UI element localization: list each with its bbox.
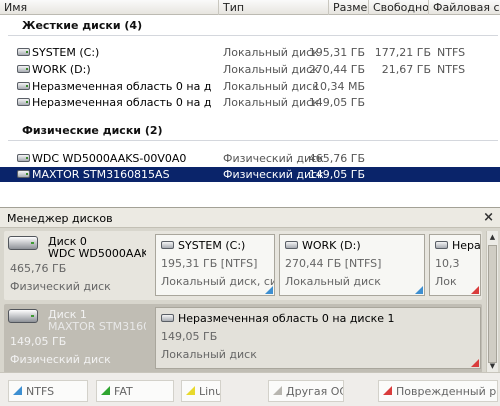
disk-row-1-selected[interactable]: Диск 1 MAXTOR STM3160815 149,05 ГБ Физич… — [4, 304, 482, 373]
list-row-system-c[interactable]: SYSTEM (C:) Локальный диск 195,31 ГБ 177… — [0, 45, 500, 60]
group-header-hard-disks: Жесткие диски (4) — [22, 19, 143, 32]
drive-icon — [17, 65, 30, 73]
drive-icon — [17, 48, 30, 56]
legend-label: Другая ОС — [286, 385, 344, 398]
row-name: SYSTEM (C:) — [32, 46, 100, 59]
row-fs: NTFS — [437, 63, 466, 76]
hdd-icon — [8, 236, 38, 250]
list-row-maxtor-selected[interactable]: MAXTOR STM3160815AS Физический диск 149,… — [0, 167, 500, 182]
legend-linux: Linux — [181, 380, 221, 402]
row-size: 10,34 МБ — [312, 80, 365, 93]
row-name: Неразмеченная область 0 на диске 1 — [32, 96, 212, 109]
partition-type: Локальный диск, систе — [161, 275, 274, 288]
legend-fat: FAT — [96, 380, 174, 402]
hdd-icon — [8, 309, 38, 323]
disk-size: 465,76 ГБ — [10, 262, 67, 275]
row-size: 149,05 ГБ — [308, 96, 365, 109]
ntfs-marker-icon — [265, 286, 273, 294]
disk-row-0[interactable]: Диск 0 WDC WD5000AAKS-0 465,76 ГБ Физиче… — [4, 231, 482, 300]
drive-icon — [161, 241, 174, 249]
disk-size: 149,05 ГБ — [10, 335, 67, 348]
row-fs: NTFS — [437, 46, 466, 59]
row-free: 21,67 ГБ — [381, 63, 431, 76]
partition-name: WORK (D:) — [302, 239, 361, 252]
row-size: 195,31 ГБ — [308, 46, 365, 59]
partition-size: 10,3 — [435, 257, 460, 270]
row-name: WDC WD5000AAKS-00V0A0 — [32, 152, 187, 165]
other-os-color-icon — [273, 386, 282, 395]
partition-name: Нера — [452, 239, 481, 252]
partition-name: SYSTEM (C:) — [178, 239, 246, 252]
scroll-up-icon[interactable]: ▲ — [487, 232, 498, 243]
group-divider — [8, 140, 498, 141]
row-size: 270,44 ГБ — [308, 63, 365, 76]
panel-title-bar: Менеджер дисков × — [0, 208, 500, 228]
partition-size: 195,31 ГБ [NTFS] — [161, 257, 258, 270]
list-row-wdc[interactable]: WDC WD5000AAKS-00V0A0 Физический диск 46… — [0, 151, 500, 166]
column-type[interactable]: Тип — [219, 0, 329, 15]
drive-icon — [17, 98, 30, 106]
partition-name: Неразмеченная область 0 на диске 1 — [178, 312, 395, 325]
row-free: 177,21 ГБ — [374, 46, 431, 59]
filesystem-legend: NTFS FAT Linux Другая ОС Поврежденный ра… — [0, 372, 500, 406]
scroll-down-icon[interactable]: ▼ — [487, 361, 498, 372]
list-row-work-d[interactable]: WORK (D:) Локальный диск 270,44 ГБ 21,67… — [0, 62, 500, 77]
row-size: 465,76 ГБ — [308, 152, 365, 165]
legend-ntfs: NTFS — [8, 380, 88, 402]
legend-label: FAT — [114, 385, 133, 398]
panel-title: Менеджер дисков — [7, 212, 113, 225]
partition-unallocated-1[interactable]: Неразмеченная область 0 на диске 1 149,0… — [155, 307, 481, 369]
hdd-icon — [17, 154, 30, 162]
partition-size: 149,05 ГБ — [161, 330, 218, 343]
column-header-bar: Имя Тип Размер Свободно Файловая сис — [0, 0, 500, 15]
row-size: 149,05 ГБ — [308, 168, 365, 181]
drive-icon — [161, 314, 174, 322]
scroll-thumb[interactable] — [488, 245, 497, 363]
disk-type: Физический диск — [10, 280, 111, 293]
column-size[interactable]: Размер — [329, 0, 369, 15]
partition-size: 270,44 ГБ [NTFS] — [285, 257, 382, 270]
vertical-scrollbar[interactable]: ▲ ▼ — [486, 231, 498, 373]
ntfs-color-icon — [13, 386, 22, 395]
column-free[interactable]: Свободно — [369, 0, 429, 15]
legend-label: Linux — [199, 385, 220, 398]
partition-work-d[interactable]: WORK (D:) 270,44 ГБ [NTFS] Локальный дис… — [279, 234, 425, 296]
legend-label: Поврежденный разде — [396, 385, 497, 398]
partition-unallocated-0[interactable]: Нера 10,3 Лок — [429, 234, 481, 296]
legend-other-os: Другая ОС — [268, 380, 344, 402]
damaged-marker-icon — [471, 359, 479, 367]
list-row-unallocated-1[interactable]: Неразмеченная область 0 на диске 1 Локал… — [0, 95, 500, 110]
disk-type: Физический диск — [10, 353, 111, 366]
disk-model: MAXTOR STM3160815 — [48, 320, 146, 333]
fat-color-icon — [101, 386, 110, 395]
disk-info: Диск 1 MAXTOR STM3160815 149,05 ГБ Физич… — [4, 304, 147, 373]
linux-color-icon — [186, 386, 195, 395]
damaged-color-icon — [383, 386, 392, 395]
drive-icon — [17, 82, 30, 90]
ntfs-marker-icon — [415, 286, 423, 294]
partition-type: Локальный диск — [285, 275, 381, 288]
damaged-marker-icon — [471, 286, 479, 294]
legend-label: NTFS — [26, 385, 55, 398]
partition-type: Лок — [435, 275, 457, 288]
row-name: WORK (D:) — [32, 63, 91, 76]
disk-model: WDC WD5000AAKS-0 — [48, 247, 146, 260]
column-name[interactable]: Имя — [0, 0, 219, 15]
list-row-unallocated-0[interactable]: Неразмеченная область 0 на диске 0 Локал… — [0, 79, 500, 94]
close-icon[interactable]: × — [483, 210, 494, 225]
partition-system-c[interactable]: SYSTEM (C:) 195,31 ГБ [NTFS] Локальный д… — [155, 234, 275, 296]
disk-info: Диск 0 WDC WD5000AAKS-0 465,76 ГБ Физиче… — [4, 231, 147, 300]
hdd-icon — [17, 170, 30, 178]
row-name: MAXTOR STM3160815AS — [32, 168, 170, 181]
drive-icon — [285, 241, 298, 249]
partition-type: Локальный диск — [161, 348, 257, 361]
disk-list-view: Имя Тип Размер Свободно Файловая сис Жес… — [0, 0, 500, 207]
row-name: Неразмеченная область 0 на диске 0 — [32, 80, 212, 93]
group-header-physical-disks: Физические диски (2) — [22, 124, 163, 137]
drive-icon — [435, 241, 448, 249]
column-filesystem[interactable]: Файловая сис — [429, 0, 500, 15]
legend-damaged: Поврежденный разде — [378, 380, 498, 402]
group-divider — [8, 35, 498, 36]
